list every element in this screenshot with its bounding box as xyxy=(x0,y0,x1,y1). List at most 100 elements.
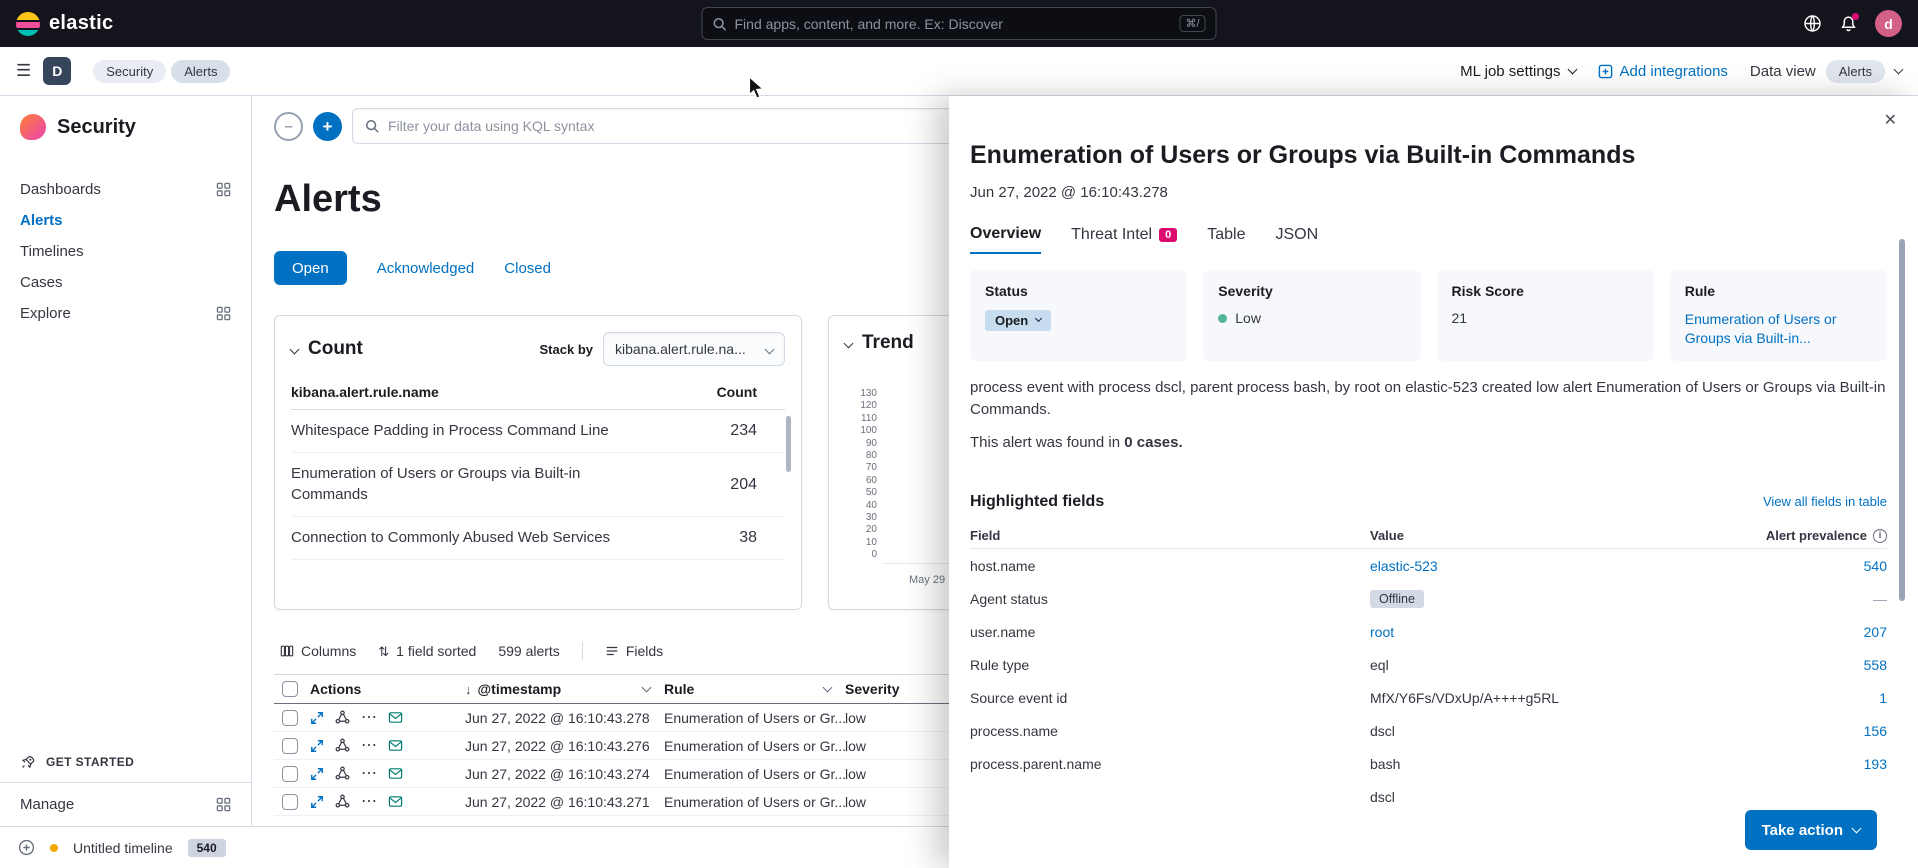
more-actions-icon[interactable] xyxy=(361,709,377,726)
investigate-in-timeline-icon[interactable] xyxy=(388,766,403,781)
alert-reason-text: process event with process dscl, parent … xyxy=(970,377,1887,421)
take-action-button[interactable]: Take action xyxy=(1745,810,1877,850)
alert-timestamp-cell: Jun 27, 2022 @ 16:10:43.274 xyxy=(465,766,664,782)
sidebar-item-timelines[interactable]: Timelines xyxy=(0,236,251,267)
close-flyout-icon[interactable] xyxy=(1884,110,1897,130)
field-row: host.name elastic-523 540 xyxy=(970,549,1887,582)
flyout-scrollbar[interactable] xyxy=(1899,239,1905,601)
elastic-wordmark: elastic xyxy=(49,12,113,35)
tab-threat-intel[interactable]: Threat Intel 0 xyxy=(1071,225,1177,254)
plus-circle-icon[interactable] xyxy=(18,839,35,856)
fields-button[interactable]: Fields xyxy=(605,643,663,659)
info-icon[interactable] xyxy=(1873,529,1887,543)
alert-rule-cell[interactable]: Enumeration of Users or Gr... xyxy=(664,766,845,782)
analyze-event-icon[interactable] xyxy=(335,794,350,809)
count-row[interactable]: Whitespace Padding in Process Command Li… xyxy=(291,410,785,453)
global-search-input[interactable]: Find apps, content, and more. Ex: Discov… xyxy=(702,7,1217,40)
investigate-in-timeline-icon[interactable] xyxy=(388,738,403,753)
rule-link[interactable]: Enumeration of Users or Groups via Built… xyxy=(1685,310,1872,348)
alert-rule-cell[interactable]: Enumeration of Users or Gr... xyxy=(664,738,845,754)
sidebar-item-explore[interactable]: Explore xyxy=(0,298,251,329)
analyze-event-icon[interactable] xyxy=(335,710,350,725)
investigate-in-timeline-icon[interactable] xyxy=(388,794,403,809)
expand-alert-icon[interactable] xyxy=(310,795,324,809)
y-tick-label: 60 xyxy=(845,475,877,487)
globe-icon[interactable] xyxy=(1803,14,1822,33)
host-name-link[interactable]: elastic-523 xyxy=(1370,558,1438,574)
prevalence-count[interactable]: 156 xyxy=(1757,723,1887,739)
sidebar-item-dashboards[interactable]: Dashboards xyxy=(0,174,251,205)
collapse-chevron-icon[interactable] xyxy=(844,338,854,348)
count-row[interactable]: Connection to Commonly Abused Web Servic… xyxy=(291,517,785,560)
highlighted-fields-header: Highlighted fields View all fields in ta… xyxy=(970,493,1887,511)
trend-y-axis: 130 120 110 100 90 80 70 60 50 40 30 20 … xyxy=(845,388,877,561)
expand-alert-icon[interactable] xyxy=(310,711,324,725)
stack-by-select[interactable]: kibana.alert.rule.na... xyxy=(603,332,785,366)
chevron-down-icon xyxy=(765,344,775,354)
row-checkbox[interactable] xyxy=(282,738,298,754)
prevalence-count[interactable]: 540 xyxy=(1757,558,1887,574)
elastic-home-link[interactable]: elastic xyxy=(16,12,113,36)
notifications-bell-icon[interactable] xyxy=(1840,15,1857,32)
y-tick-label: 110 xyxy=(845,413,877,425)
count-table-scrollbar[interactable] xyxy=(786,416,791,472)
analyze-event-icon[interactable] xyxy=(335,738,350,753)
sidebar-item-cases[interactable]: Cases xyxy=(0,267,251,298)
column-header-timestamp[interactable]: @timestamp xyxy=(465,681,664,697)
filter-acknowledged-button[interactable]: Acknowledged xyxy=(377,260,475,277)
more-actions-icon[interactable] xyxy=(361,765,377,782)
prevalence-count[interactable]: 1 xyxy=(1757,690,1887,706)
more-actions-icon[interactable] xyxy=(361,737,377,754)
sidebar-item-manage[interactable]: Manage xyxy=(0,782,251,826)
expand-alert-icon[interactable] xyxy=(310,739,324,753)
user-avatar[interactable]: d xyxy=(1875,10,1902,37)
add-integrations-link[interactable]: Add integrations xyxy=(1598,63,1728,80)
view-all-fields-link[interactable]: View all fields in table xyxy=(1763,494,1887,509)
sidebar-item-alerts[interactable]: Alerts xyxy=(0,205,251,236)
breadcrumb-security[interactable]: Security xyxy=(93,60,166,83)
column-menu-chevron-icon[interactable] xyxy=(642,682,652,692)
column-header-rule[interactable]: Rule xyxy=(664,681,845,697)
tab-json[interactable]: JSON xyxy=(1275,225,1318,254)
alert-rule-cell[interactable]: Enumeration of Users or Gr... xyxy=(664,710,845,726)
prevalence-count[interactable]: 207 xyxy=(1757,624,1887,640)
sort-down-icon xyxy=(465,681,472,697)
row-checkbox[interactable] xyxy=(282,794,298,810)
ml-job-settings-button[interactable]: ML job settings xyxy=(1460,63,1575,80)
alert-rule-cell[interactable]: Enumeration of Users or Gr... xyxy=(664,794,845,810)
alert-status-badge[interactable]: Open xyxy=(985,310,1051,331)
filter-open-button[interactable]: Open xyxy=(274,251,347,285)
field-row: Agent status Offline — xyxy=(970,582,1887,615)
more-actions-icon[interactable] xyxy=(361,793,377,810)
tab-overview[interactable]: Overview xyxy=(970,225,1041,254)
sort-fields-button[interactable]: 1 field sorted xyxy=(378,643,476,660)
data-view-picker[interactable]: Data view Alerts xyxy=(1750,60,1902,83)
filter-closed-button[interactable]: Closed xyxy=(504,260,551,277)
add-filter-icon[interactable] xyxy=(313,112,342,141)
security-app-icon xyxy=(20,114,46,140)
row-checkbox[interactable] xyxy=(282,710,298,726)
count-panel-title: Count xyxy=(308,338,363,360)
timeline-title[interactable]: Untitled timeline xyxy=(73,840,173,856)
breadcrumb-alerts[interactable]: Alerts xyxy=(171,60,230,83)
row-checkbox[interactable] xyxy=(282,766,298,782)
prevalence-count[interactable]: 193 xyxy=(1757,756,1887,772)
prevalence-count[interactable]: 558 xyxy=(1757,657,1887,673)
count-row[interactable]: Enumeration of Users or Groups via Built… xyxy=(291,453,785,517)
sidebar-bottom: GET STARTED Manage xyxy=(0,742,251,826)
tab-table[interactable]: Table xyxy=(1207,225,1245,254)
user-name-link[interactable]: root xyxy=(1370,624,1394,640)
exclude-filter-icon[interactable] xyxy=(274,112,303,141)
expand-alert-icon[interactable] xyxy=(310,767,324,781)
count-table: kibana.alert.rule.name Count Whitespace … xyxy=(291,384,785,560)
get-started-link[interactable]: GET STARTED xyxy=(0,742,251,782)
investigate-in-timeline-icon[interactable] xyxy=(388,710,403,725)
analyze-event-icon[interactable] xyxy=(335,766,350,781)
chevron-down-icon xyxy=(1035,315,1042,322)
column-menu-chevron-icon[interactable] xyxy=(823,682,833,692)
columns-button[interactable]: Columns xyxy=(280,643,356,659)
collapse-chevron-icon[interactable] xyxy=(290,344,300,354)
select-all-checkbox[interactable] xyxy=(282,681,298,697)
menu-icon[interactable] xyxy=(16,61,31,81)
space-avatar[interactable]: D xyxy=(43,57,71,85)
